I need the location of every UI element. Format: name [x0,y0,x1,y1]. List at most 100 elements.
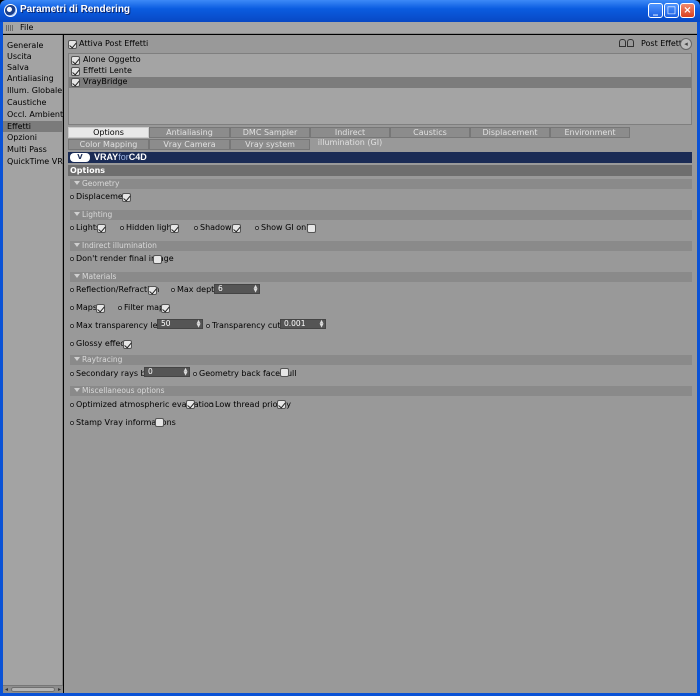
section-geometry-label: Geometry [82,179,120,188]
sidebar-item-occl-ambientale[interactable]: Occl. Ambientale [3,109,63,120]
dont-render-final-checkbox[interactable] [153,255,162,264]
tab-options[interactable]: Options [68,127,149,138]
collapse-triangle-icon [74,357,80,361]
main-panel: Attiva Post Effetti Post Effetti ◂ Alone… [64,35,697,693]
scroll-right-icon[interactable]: ▸ [56,686,63,693]
shadows-checkbox[interactable] [232,224,241,233]
brand-vray: VRAY [94,152,119,162]
effetti-lente-label: Effetti Lente [83,66,132,75]
animation-dot-icon[interactable] [70,288,74,292]
animation-dot-icon[interactable] [194,226,198,230]
sidebar-item-caustiche[interactable]: Caustiche [3,97,63,108]
animation-dot-icon[interactable] [206,324,210,328]
animation-dot-icon[interactable] [70,324,74,328]
list-item[interactable]: Alone Oggetto [69,55,691,66]
vraybridge-checkbox[interactable] [71,78,80,87]
glossy-effects-checkbox[interactable] [123,340,132,349]
max-depth-input[interactable]: 6 ▲ ▼ [214,284,260,294]
max-transparency-value: 50 [161,319,171,328]
low-thread-checkbox[interactable] [277,400,286,409]
close-button[interactable]: × [680,3,695,18]
spinner-icon[interactable]: ▲ ▼ [183,368,188,377]
secondary-rays-bias-input[interactable]: 0 ▲ ▼ [144,367,190,377]
scrollbar-thumb[interactable] [11,687,55,692]
alone-oggetto-checkbox[interactable] [71,56,80,65]
animation-dot-icon[interactable] [70,226,74,230]
section-materials-label: Materials [82,272,117,281]
tab-antialiasing[interactable]: Antialiasing [149,127,230,138]
animation-dot-icon[interactable] [70,421,74,425]
max-depth-value: 6 [218,284,223,293]
tab-environment[interactable]: Environment [550,127,630,138]
maximize-button[interactable]: □ [664,3,679,18]
menu-bar: File [3,22,697,34]
sidebar-item-salva[interactable]: Salva [3,62,63,73]
spinner-icon[interactable]: ▲ ▼ [319,320,324,329]
animation-dot-icon[interactable] [118,306,122,310]
stamp-vray-checkbox[interactable] [155,418,164,427]
section-raytracing-label: Raytracing [82,355,123,364]
reflection-refraction-checkbox[interactable] [148,286,157,295]
spinner-icon[interactable]: ▲ ▼ [253,285,258,294]
sidebar-item-opzioni[interactable]: Opzioni [3,132,63,143]
sidebar-item-quicktime-vr[interactable]: QuickTime VR [3,156,63,167]
tab-vray-system[interactable]: Vray system [230,139,310,150]
animation-dot-icon[interactable] [70,195,74,199]
maps-checkbox[interactable] [96,304,105,313]
tab-displacement[interactable]: Displacement [470,127,550,138]
sidebar-item-effetti[interactable]: Effetti [3,121,63,132]
sidebar-item-antialiasing[interactable]: Antialiasing [3,73,63,84]
list-item[interactable]: VrayBridge [69,77,691,88]
sidebar-item-uscita[interactable]: Uscita [3,51,63,62]
section-indirect-illumination[interactable]: Indirect illumination [70,241,692,251]
animation-dot-icon[interactable] [70,257,74,261]
animation-dot-icon[interactable] [171,288,175,292]
tab-indirect-illumination[interactable]: Indirect illumination (GI) [310,127,390,147]
section-raytracing[interactable]: Raytracing [70,355,692,365]
animation-dot-icon[interactable] [255,226,259,230]
sidebar-item-illum-globale[interactable]: Illum. Globale [3,85,63,96]
minimize-button[interactable]: _ [648,3,663,18]
effetti-lente-checkbox[interactable] [71,67,80,76]
section-geometry[interactable]: Geometry [70,179,692,189]
show-gi-only-checkbox[interactable] [307,224,316,233]
animation-dot-icon[interactable] [209,403,213,407]
tab-dmc-sampler[interactable]: DMC Sampler [230,127,310,138]
post-effects-menu-button[interactable]: ◂ [680,38,692,50]
show-gi-only-label: Show GI only [261,223,314,232]
lights-checkbox[interactable] [97,224,106,233]
transparency-cutoff-input[interactable]: 0.001 ▲ ▼ [280,319,326,329]
tab-caustics[interactable]: Caustics [390,127,470,138]
vray-logo-text: VRAYforC4D [94,152,147,163]
vray-banner: V VRAYforC4D [68,152,692,163]
section-materials[interactable]: Materials [70,272,692,282]
sidebar-scrollbar[interactable]: ◂ ▸ [3,685,63,693]
animation-dot-icon[interactable] [70,372,74,376]
tab-color-mapping[interactable]: Color Mapping [68,139,149,150]
optimized-atmo-checkbox[interactable] [186,400,195,409]
menu-file[interactable]: File [20,23,33,32]
max-transparency-input[interactable]: 50 ▲ ▼ [157,319,203,329]
scroll-left-icon[interactable]: ◂ [3,686,10,693]
secondary-rays-bias-value: 0 [148,367,153,376]
sidebar: Generale Uscita Salva Antialiasing Illum… [3,35,63,685]
activate-post-effects-checkbox[interactable] [68,40,77,49]
animation-dot-icon[interactable] [120,226,124,230]
tab-vray-camera[interactable]: Vray Camera [149,139,230,150]
animation-dot-icon[interactable] [70,306,74,310]
section-lighting[interactable]: Lighting [70,210,692,220]
sidebar-item-generale[interactable]: Generale [3,40,63,51]
sidebar-item-multi-pass[interactable]: Multi Pass [3,144,63,155]
animation-dot-icon[interactable] [70,342,74,346]
alone-oggetto-label: Alone Oggetto [83,55,141,64]
geometry-backface-checkbox[interactable] [280,368,289,377]
spinner-icon[interactable]: ▲ ▼ [196,320,201,329]
animation-dot-icon[interactable] [193,372,197,376]
section-miscellaneous[interactable]: Miscellaneous options [70,386,692,396]
filter-maps-checkbox[interactable] [161,304,170,313]
animation-dot-icon[interactable] [70,403,74,407]
displacement-checkbox[interactable] [122,193,131,202]
list-item[interactable]: Effetti Lente [69,66,691,77]
hidden-lights-checkbox[interactable] [170,224,179,233]
vray-logo-icon: V [70,153,90,162]
